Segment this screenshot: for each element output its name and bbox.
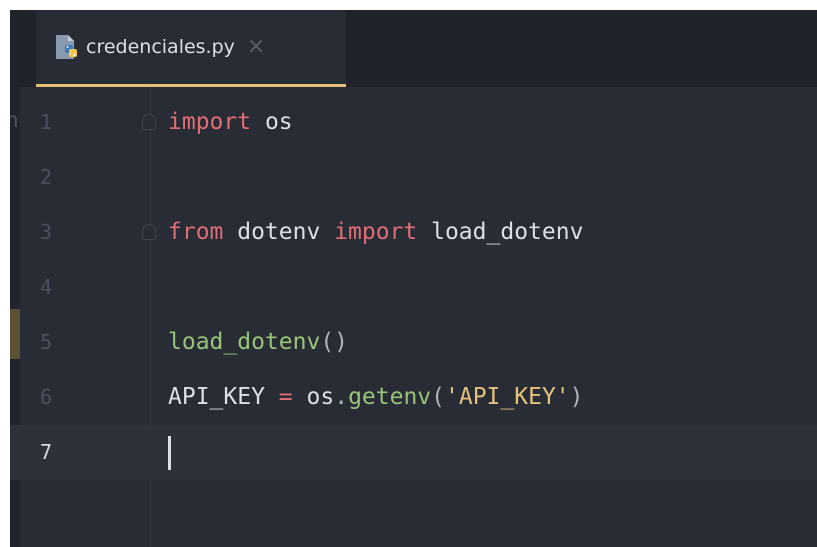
code-line[interactable]: 6 API_KEY = os.getenv('API_KEY')	[10, 370, 817, 425]
code-text[interactable]: from dotenv import load_dotenv	[168, 205, 583, 260]
identifier-token: dotenv	[223, 219, 335, 245]
operator-token: =	[278, 384, 293, 410]
keyword-token: from	[168, 219, 224, 245]
editor-window: credenciales.py × h 1 import os 2 3 from…	[10, 10, 817, 547]
keyword-token: import	[334, 219, 418, 245]
identifier-token: API_KEY	[168, 384, 265, 410]
line-number: 3	[40, 220, 53, 244]
punctuation-token: .	[334, 384, 349, 410]
code-line[interactable]: 3 from dotenv import load_dotenv	[10, 205, 817, 260]
code-line[interactable]: 5 load_dotenv()	[10, 315, 817, 370]
code-text[interactable]: load_dotenv()	[168, 315, 348, 370]
code-text[interactable]	[168, 425, 171, 480]
punctuation-token: )	[569, 384, 584, 410]
tab-label: credenciales.py	[86, 36, 235, 58]
line-number: 5	[40, 330, 53, 354]
tab-credenciales[interactable]: credenciales.py ×	[36, 10, 346, 87]
function-token: load_dotenv	[168, 329, 321, 355]
line-number: 1	[40, 110, 53, 134]
keyword-token: import	[168, 109, 252, 135]
code-text[interactable]: API_KEY = os.getenv('API_KEY')	[168, 370, 584, 425]
line-number: 2	[40, 165, 53, 189]
code-line[interactable]: 4	[10, 260, 817, 315]
code-line[interactable]: 1 import os	[10, 95, 817, 150]
line-number: 7	[40, 440, 53, 464]
fold-marker[interactable]	[142, 224, 156, 240]
fold-marker[interactable]	[142, 114, 156, 130]
punctuation-token: (	[431, 384, 446, 410]
current-code-line[interactable]: 7	[10, 425, 817, 480]
line-number: 6	[40, 385, 53, 409]
line-number: 4	[40, 275, 53, 299]
text-cursor	[168, 435, 171, 470]
punctuation-token: ()	[320, 329, 349, 355]
identifier-token: os	[292, 384, 335, 410]
code-editor[interactable]: h 1 import os 2 3 from dotenv import loa…	[10, 87, 817, 547]
close-icon[interactable]: ×	[247, 36, 265, 58]
string-token: 'API_KEY'	[445, 384, 570, 410]
python-file-icon	[52, 32, 82, 62]
code-text[interactable]: import os	[168, 95, 293, 150]
function-token: getenv	[348, 384, 432, 410]
code-line[interactable]: 2	[10, 150, 817, 205]
tab-bar: credenciales.py ×	[10, 10, 817, 87]
identifier-token: load_dotenv	[417, 219, 584, 245]
identifier-token: os	[264, 109, 293, 135]
